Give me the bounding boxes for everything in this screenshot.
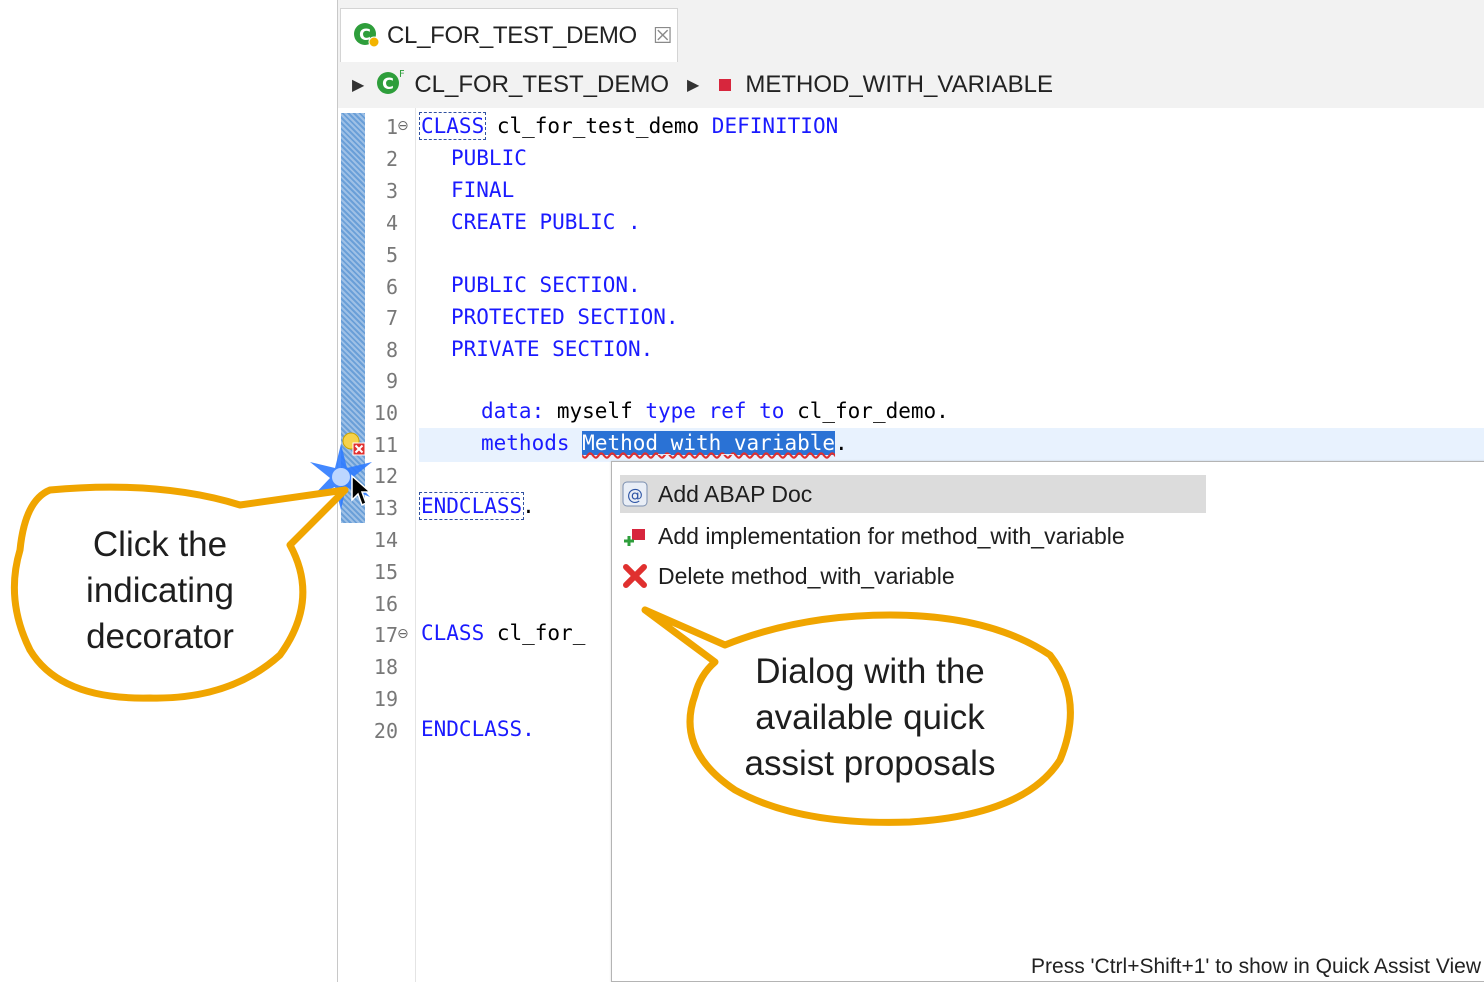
quick-assist-item-add-implementation[interactable]: Add implementation for method_with_varia… [620, 517, 1125, 555]
identifier: cl_for_test_demo [484, 114, 712, 138]
code-line-20[interactable]: ENDCLASS. [421, 717, 535, 741]
line-number: 20 [373, 719, 398, 743]
callout-line: decorator [86, 617, 234, 656]
abap-doc-icon: @ [620, 479, 650, 509]
callout-line: assist proposals [744, 744, 996, 783]
gutter-divider [415, 108, 416, 982]
abap-class-icon: C [351, 19, 381, 54]
line-number: 10 [373, 401, 398, 425]
keyword: DEFINITION [711, 114, 839, 138]
code-line-10[interactable]: data: myself type ref to cl_for_demo. [481, 399, 949, 423]
code-line-6[interactable]: PUBLIC SECTION. [451, 273, 641, 297]
identifier: cl_for_demo. [784, 399, 949, 423]
line-number: 9 [385, 369, 398, 393]
code-line-8[interactable]: PRIVATE SECTION. [451, 337, 653, 361]
line-number: 5 [385, 243, 398, 267]
callout-line: available quick [755, 698, 985, 737]
callout-line: Click the [92, 525, 228, 564]
item-label: Add ABAP Doc [658, 480, 813, 507]
breadcrumb-class[interactable]: CL_FOR_TEST_DEMO [414, 71, 669, 99]
line-number: 3 [385, 179, 398, 203]
code-line-11[interactable]: methods Method_with_variable. [481, 431, 848, 455]
line-number: 8 [385, 338, 398, 362]
svg-text:F: F [399, 69, 404, 80]
identifier: myself [544, 399, 646, 423]
line-number: 4 [385, 211, 398, 235]
svg-text:@: @ [627, 485, 643, 504]
code-line-4[interactable]: CREATE PUBLIC . [451, 210, 641, 234]
selected-method-name[interactable]: Method_with_variable [582, 431, 836, 455]
code-line-13[interactable]: ENDCLASS. [418, 492, 535, 520]
breadcrumb-separator-icon: ▶ [687, 77, 700, 94]
code-line-3[interactable]: FINAL [451, 178, 514, 202]
keyword: CLASS [421, 621, 485, 645]
line-number: 6 [385, 275, 398, 299]
keyword: ENDCLASS [418, 492, 525, 520]
callout-line: Dialog with the [755, 652, 985, 691]
fold-toggle-icon[interactable]: ⊖ [397, 118, 409, 134]
code-line-7[interactable]: PROTECTED SECTION. [451, 305, 679, 329]
keyword: CLASS [418, 112, 487, 140]
tab-cl-for-test-demo[interactable]: C CL_FOR_TEST_DEMO ☒ [340, 8, 678, 63]
callout-right-text: Dialog with the available quick assist p… [700, 649, 1040, 787]
item-label: Delete method_with_variable [658, 562, 955, 589]
code-line-2[interactable]: PUBLIC [451, 146, 527, 170]
fold-toggle-icon[interactable]: ⊖ [397, 626, 409, 642]
line-number: 2 [385, 147, 398, 171]
identifier: cl_for_ [484, 621, 586, 645]
code-line-17[interactable]: CLASS cl_for_ [421, 621, 585, 645]
breadcrumb-method[interactable]: METHOD_WITH_VARIABLE [745, 71, 1053, 99]
callout-line: indicating [86, 571, 234, 610]
svg-text:C: C [382, 74, 394, 93]
statement-end: . [522, 494, 535, 518]
breadcrumb: ▶ C F CL_FOR_TEST_DEMO ▶ METHOD_WITH_VAR… [338, 62, 1484, 108]
item-label: Add implementation for method_with_varia… [658, 522, 1125, 549]
close-tab-icon[interactable]: ☒ [653, 23, 673, 49]
line-number: 1 [385, 115, 398, 139]
class-icon: C F [374, 67, 405, 104]
line-number: 7 [385, 306, 398, 330]
delete-icon [620, 561, 650, 591]
editor-tab-bar: C CL_FOR_TEST_DEMO ☒ [338, 0, 1484, 63]
quick-assist-item-add-abap-doc[interactable]: @ Add ABAP Doc [620, 475, 1206, 513]
add-implementation-icon [620, 521, 650, 551]
keyword: data: [481, 399, 545, 423]
keyword: methods [481, 431, 570, 455]
breadcrumb-expand-icon[interactable]: ▶ [352, 75, 364, 95]
code-line-1[interactable]: CLASS cl_for_test_demo DEFINITION [418, 112, 839, 140]
keyword: type ref to [645, 399, 785, 423]
quick-assist-item-delete[interactable]: Delete method_with_variable [620, 557, 955, 595]
statement-end: . [835, 431, 848, 455]
quick-assist-hint: Press 'Ctrl+Shift+1' to show in Quick As… [1031, 955, 1481, 978]
callout-left-text: Click the indicating decorator [30, 522, 290, 660]
method-icon [719, 79, 732, 91]
tab-title: CL_FOR_TEST_DEMO [387, 22, 637, 49]
